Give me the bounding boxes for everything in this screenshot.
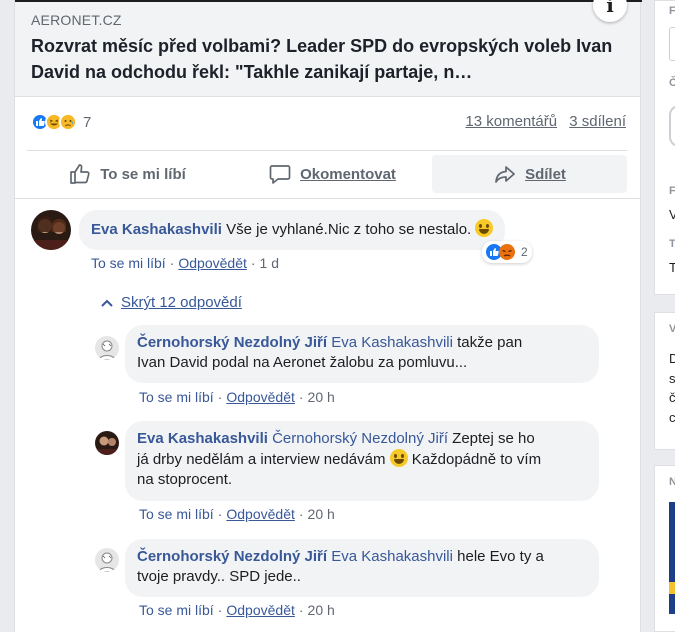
reply-time[interactable]: 20 h [308,602,335,618]
link-headline[interactable]: Rozvrat měsíc před volbami? Leader SPD d… [31,33,631,85]
comments-count-link[interactable]: 13 komentářů [465,113,557,130]
reaction-summary[interactable]: 7 [31,113,91,131]
comments-divider [15,198,640,199]
comment-reactions[interactable]: 2 [482,241,532,263]
sidebar-letter: č [669,390,675,405]
reply-text: na stoprocent. [137,471,233,488]
thumbs-up-icon [70,164,90,184]
sidebar-input[interactable] [669,27,675,61]
comment-button-label: Okomentovat [300,165,396,183]
reply-reply-link[interactable]: Odpovědět [226,602,295,618]
reply-like-link[interactable]: To se mi líbí [139,389,214,405]
reply-time[interactable]: 20 h [308,389,335,405]
link-preview[interactable]: AERONET.CZ Rozvrat měsíc před volbami? L… [15,0,640,97]
comment-button[interactable]: Okomentovat [232,155,432,193]
reply-text: Každopádně to vím [407,451,542,468]
post-stats: 7 13 komentářů 3 sdílení [15,98,640,148]
reply-time[interactable]: 20 h [308,506,335,522]
avatar[interactable] [31,210,71,250]
shares-count-link[interactable]: 3 sdílení [569,113,626,130]
left-gutter [0,0,14,632]
reply-like-link[interactable]: To se mi líbí [139,506,214,522]
angry-reaction-icon [499,244,515,260]
sidebar-thumbnail[interactable] [669,502,675,614]
sidebar-letter: Č [669,77,675,89]
comment-bubble: Eva Kashakashvili Vše je vyhlané.Nic z t… [79,210,506,250]
share-button[interactable]: Sdílet [432,155,627,193]
reply-meta: To se mi líbí · Odpovědět · 20 h [139,602,335,618]
reply-author[interactable]: Černohorský Nezdolný Jiří [137,548,327,565]
reply-bubble: Černohorský Nezdolný Jiří Eva Kashakashv… [125,539,599,597]
sidebar-letter: N [669,476,675,488]
like-button[interactable]: To se mi líbí [27,155,227,193]
reply-text: Zeptej se ho [448,430,535,447]
share-arrow-icon [495,166,515,183]
reply-mention[interactable]: Černohorský Nezdolný Jiří [272,430,448,447]
comment-author[interactable]: Eva Kashakashvili [91,221,222,238]
sidebar-panel: F Č F V T T [654,0,675,295]
post-actions: To se mi líbí Okomentovat Sdílet [27,150,627,194]
comment-reaction-count: 2 [521,245,528,259]
speech-bubble-icon [269,165,291,184]
reply-mention[interactable]: Eva Kashakashvili [331,548,453,565]
reply-text: já drby nedělám a interview nedávám [137,451,386,468]
reply-reply-link[interactable]: Odpovědět [226,389,295,405]
avatar[interactable] [95,548,119,572]
comment-meta: To se mi líbí · Odpovědět · 1 d [91,255,280,271]
reply-like-link[interactable]: To se mi líbí [139,602,214,618]
share-button-label: Sdílet [525,165,566,183]
smile-emoji-icon [475,219,494,237]
sidebar-panel: N [654,465,675,632]
reply-bubble: Černohorský Nezdolný Jiří Eva Kashakashv… [125,325,599,383]
sidebar-letter: F [669,185,675,197]
right-sidebar: F Č F V T T V D s č c N [654,0,675,632]
sidebar-circle[interactable] [669,105,675,147]
reply-author[interactable]: Černohorský Nezdolný Jiří [137,334,327,351]
post-card: AERONET.CZ Rozvrat měsíc před volbami? L… [14,0,642,632]
sidebar-letter: D [669,351,675,366]
sidebar-letter: T [669,260,675,275]
info-icon[interactable]: i [593,0,627,22]
reply-meta: To se mi líbí · Odpovědět · 20 h [139,506,335,522]
like-button-label: To se mi líbí [100,165,186,183]
link-source: AERONET.CZ [31,12,122,28]
comment-reply-link[interactable]: Odpovědět [178,255,247,271]
hide-replies-label: Skrýt 12 odpovědí [121,294,242,311]
reply-bubble: Eva Kashakashvili Černohorský Nezdolný J… [125,421,599,501]
avatar[interactable] [95,431,119,455]
sad-reaction-icon [59,113,77,131]
sidebar-letter: s [669,371,675,386]
comment-like-link[interactable]: To se mi líbí [91,255,166,271]
sidebar-letter: T [669,238,675,250]
chevron-up-icon [101,296,113,310]
hide-replies-link[interactable]: Skrýt 12 odpovědí [101,294,242,311]
comment-time[interactable]: 1 d [260,255,279,271]
sidebar-letter: V [669,323,675,335]
sidebar-panel: V D s č c [654,312,675,450]
reply-text: takže pan [452,334,523,351]
sidebar-letter: c [669,410,675,425]
engagement-links: 13 komentářů 3 sdílení [457,113,626,130]
smile-emoji-icon [389,449,408,467]
reply-text: hele Evo ty a [452,548,544,565]
reply-text: Ivan David podal na Aeronet žalobu za po… [137,354,468,371]
reaction-count: 7 [83,113,92,131]
reply-author[interactable]: Eva Kashakashvili [137,430,268,447]
sidebar-letter: V [669,207,675,222]
reply-mention[interactable]: Eva Kashakashvili [331,334,453,351]
reply-meta: To se mi líbí · Odpovědět · 20 h [139,389,335,405]
sidebar-letter: F [669,5,675,17]
reply-reply-link[interactable]: Odpovědět [226,506,295,522]
comment-text: Vše je vyhlané.Nic z toho se nestalo. [226,221,472,238]
avatar[interactable] [95,336,119,360]
reply-text: tvoje pravdy.. SPD jede.. [137,568,301,585]
